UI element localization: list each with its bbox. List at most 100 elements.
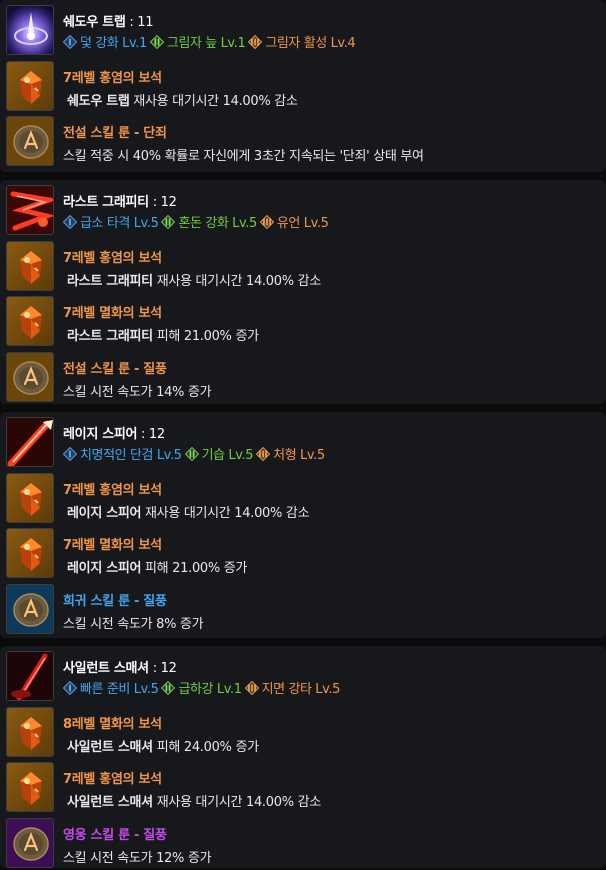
tripod-3: 처형 Lv.5 bbox=[256, 444, 325, 463]
skill-panel: 레이지 스피어 : 12 치명적인 단검 Lv.5 기습 Lv.5 처형 Lv.5 7레… bbox=[0, 412, 606, 638]
effect-text: 스킬 적중 시 40% 확률로 자신에게 3초간 지속되는 '단죄' 상태 부여 bbox=[63, 149, 424, 164]
tripod-label: 빠른 준비 Lv.5 bbox=[80, 682, 159, 697]
gem-title: 8레벨 멸화의 보석 bbox=[63, 716, 162, 732]
tier-3-badge-icon bbox=[259, 214, 274, 229]
rune-title: 희귀 스킬 룬 - 질풍 bbox=[63, 593, 167, 609]
tier-3-badge-icon bbox=[248, 34, 263, 49]
skill-panel: 쉐도우 트랩 : 11 덫 강화 Lv.1 그림자 늪 Lv.1 그림자 활성 Lv.… bbox=[0, 0, 606, 172]
effect-description: 스킬 시전 속도가 14% 증가 bbox=[63, 381, 212, 400]
gem-row: 7레벨 홍염의 보석쉐도우 트랩 재사용 대기시간 14.00% 감소 bbox=[5, 60, 601, 112]
gem-icon bbox=[6, 528, 54, 578]
tripod-label: 혼돈 강화 Lv.5 bbox=[178, 216, 257, 231]
gem-icon bbox=[6, 762, 54, 812]
tier-1-badge-icon bbox=[63, 680, 77, 695]
gem-row: 7레벨 멸화의 보석레이지 스피어 피해 21.00% 증가 bbox=[5, 527, 601, 579]
gem-icon bbox=[6, 240, 54, 291]
tier-1-badge-icon bbox=[63, 214, 77, 229]
tripod-2: 기습 Lv.5 bbox=[184, 444, 254, 463]
silent-smasher-icon bbox=[6, 651, 54, 701]
effect-description: 레이지 스피어 재사용 대기시간 14.00% 감소 bbox=[63, 502, 310, 521]
effect-text: 재사용 대기시간 14.00% 감소 bbox=[152, 273, 322, 289]
gem-row: 7레벨 멸화의 보석라스트 그래피티 피해 21.00% 증가 bbox=[5, 295, 601, 347]
skill-title: 레이지 스피어 : 12 bbox=[63, 423, 165, 442]
target-skill-name: 라스트 그래피티 bbox=[67, 273, 153, 289]
tripod-1: 빠른 준비 Lv.5 bbox=[63, 678, 159, 697]
effect-description: 레이지 스피어 피해 21.00% 증가 bbox=[63, 557, 247, 576]
gem-title: 7레벨 홍염의 보석 bbox=[63, 70, 162, 86]
gem-icon bbox=[6, 60, 54, 111]
skill-title: 쉐도우 트랩 : 11 bbox=[63, 11, 154, 30]
skill-name: 사일런트 스매셔 bbox=[63, 661, 149, 676]
tier-2-badge-icon bbox=[149, 34, 164, 49]
effect-text: 스킬 시전 속도가 14% 증가 bbox=[63, 384, 212, 400]
skill-header-row: 쉐도우 트랩 : 11 덫 강화 Lv.1 그림자 늪 Lv.1 그림자 활성 Lv.… bbox=[5, 4, 601, 56]
target-skill-name: 레이지 스피어 bbox=[67, 561, 142, 576]
skill-name: 쉐도우 트랩 bbox=[63, 15, 126, 30]
skill-header-row: 사일런트 스매셔 : 12 빠른 준비 Lv.5 급하강 Lv.1 지면 강타 Lv.… bbox=[5, 650, 601, 702]
tripod-label: 급소 타격 Lv.5 bbox=[80, 216, 159, 231]
tripod-list: 급소 타격 Lv.5 혼돈 강화 Lv.5 유언 Lv.5 bbox=[63, 212, 331, 231]
tier-3-badge-icon bbox=[244, 680, 259, 695]
tier-3-badge-icon bbox=[256, 446, 271, 461]
tripod-label: 지면 강타 Lv.5 bbox=[261, 682, 341, 697]
tripod-2: 혼돈 강화 Lv.5 bbox=[161, 212, 257, 231]
gem-row: 7레벨 홍염의 보석 레이지 스피어 재사용 대기시간 14.00% 감소 bbox=[5, 472, 601, 524]
skill-build-list: 쉐도우 트랩 : 11 덫 강화 Lv.1 그림자 늪 Lv.1 그림자 활성 Lv.… bbox=[0, 0, 606, 870]
effect-description: 스킬 적중 시 40% 확률로 자신에게 3초간 지속되는 '단죄' 상태 부여 bbox=[63, 145, 424, 164]
rune-row: 전설 스킬 룬 - 질풍스킬 시전 속도가 14% 증가 bbox=[5, 351, 601, 403]
tier-2-badge-icon bbox=[161, 214, 176, 229]
gem-row: 7레벨 홍염의 보석 라스트 그래피티 재사용 대기시간 14.00% 감소 bbox=[5, 240, 601, 292]
rune-icon bbox=[6, 583, 54, 634]
effect-description: 라스트 그래피티 피해 21.00% 증가 bbox=[63, 325, 259, 344]
skill-panel: 라스트 그래피티 : 12 급소 타격 Lv.5 혼돈 강화 Lv.5 유언 Lv.5… bbox=[0, 180, 606, 404]
target-skill-name: 쉐도우 트랩 bbox=[67, 93, 130, 109]
effect-text: 스킬 시전 속도가 12% 증가 bbox=[63, 850, 212, 866]
gem-icon bbox=[6, 296, 54, 346]
tripod-list: 치명적인 단검 Lv.5 기습 Lv.5 처형 Lv.5 bbox=[63, 444, 328, 463]
skill-level: : 12 bbox=[148, 661, 177, 676]
effect-description: 사일런트 스매셔 피해 24.00% 증가 bbox=[63, 736, 259, 755]
tripod-1: 덫 강화 Lv.1 bbox=[63, 32, 147, 51]
tripod-2: 그림자 늪 Lv.1 bbox=[149, 32, 246, 51]
effect-description: 스킬 시전 속도가 8% 증가 bbox=[63, 613, 204, 632]
effect-text: 스킬 시전 속도가 8% 증가 bbox=[63, 616, 204, 632]
target-skill-name: 레이지 스피어 bbox=[67, 505, 142, 521]
tripod-label: 덫 강화 Lv.1 bbox=[80, 36, 147, 51]
tripod-label: 그림자 활성 Lv.4 bbox=[265, 36, 356, 51]
skill-header-row: 레이지 스피어 : 12 치명적인 단검 Lv.5 기습 Lv.5 처형 Lv.5 bbox=[5, 416, 601, 468]
tripod-list: 빠른 준비 Lv.5 급하강 Lv.1 지면 강타 Lv.5 bbox=[63, 678, 343, 697]
gem-row: 8레벨 멸화의 보석사일런트 스매셔 피해 24.00% 증가 bbox=[5, 706, 601, 758]
tripod-label: 기습 Lv.5 bbox=[201, 448, 254, 463]
skill-level: : 12 bbox=[137, 427, 165, 442]
tripod-2: 급하강 Lv.1 bbox=[161, 678, 242, 697]
effect-description: 쉐도우 트랩 재사용 대기시간 14.00% 감소 bbox=[63, 90, 298, 109]
tripod-label: 그림자 늪 Lv.1 bbox=[166, 36, 246, 51]
rage-spear-icon bbox=[6, 417, 54, 467]
target-skill-name: 사일런트 스매셔 bbox=[67, 739, 153, 755]
tripod-3: 지면 강타 Lv.5 bbox=[244, 678, 341, 697]
effect-text: 피해 21.00% 증가 bbox=[141, 561, 248, 576]
tripod-label: 처형 Lv.5 bbox=[273, 448, 325, 463]
rune-icon bbox=[6, 116, 54, 166]
gem-icon bbox=[6, 472, 54, 523]
rune-title: 전설 스킬 룬 - 질풍 bbox=[63, 361, 167, 377]
gem-icon bbox=[6, 706, 54, 757]
gem-title: 7레벨 멸화의 보석 bbox=[63, 538, 162, 553]
rune-icon bbox=[6, 351, 54, 402]
skill-header-row: 라스트 그래피티 : 12 급소 타격 Lv.5 혼돈 강화 Lv.5 유언 Lv.5 bbox=[5, 184, 601, 236]
tripod-label: 치명적인 단검 Lv.5 bbox=[80, 448, 182, 463]
gem-title: 7레벨 멸화의 보석 bbox=[63, 306, 162, 321]
effect-text: 재사용 대기시간 14.00% 감소 bbox=[152, 795, 322, 810]
skill-level: : 11 bbox=[125, 15, 154, 30]
skill-panel: 사일런트 스매셔 : 12 빠른 준비 Lv.5 급하강 Lv.1 지면 강타 Lv.… bbox=[0, 646, 606, 868]
skill-title: 사일런트 스매셔 : 12 bbox=[63, 657, 177, 676]
rune-title: 전설 스킬 룬 - 단죄 bbox=[63, 126, 167, 141]
last-graffiti-icon bbox=[6, 185, 54, 235]
tripod-label: 급하강 Lv.1 bbox=[178, 682, 242, 697]
effect-description: 라스트 그래피티 재사용 대기시간 14.00% 감소 bbox=[63, 270, 321, 289]
effect-text: 피해 21.00% 증가 bbox=[152, 329, 259, 344]
rune-row: 희귀 스킬 룬 - 질풍스킬 시전 속도가 8% 증가 bbox=[5, 583, 601, 635]
tripod-3: 그림자 활성 Lv.4 bbox=[248, 32, 356, 51]
rune-row: 전설 스킬 룬 - 단죄스킬 적중 시 40% 확률로 자신에게 3초간 지속되… bbox=[5, 115, 601, 167]
effect-text: 재사용 대기시간 14.00% 감소 bbox=[129, 93, 298, 109]
